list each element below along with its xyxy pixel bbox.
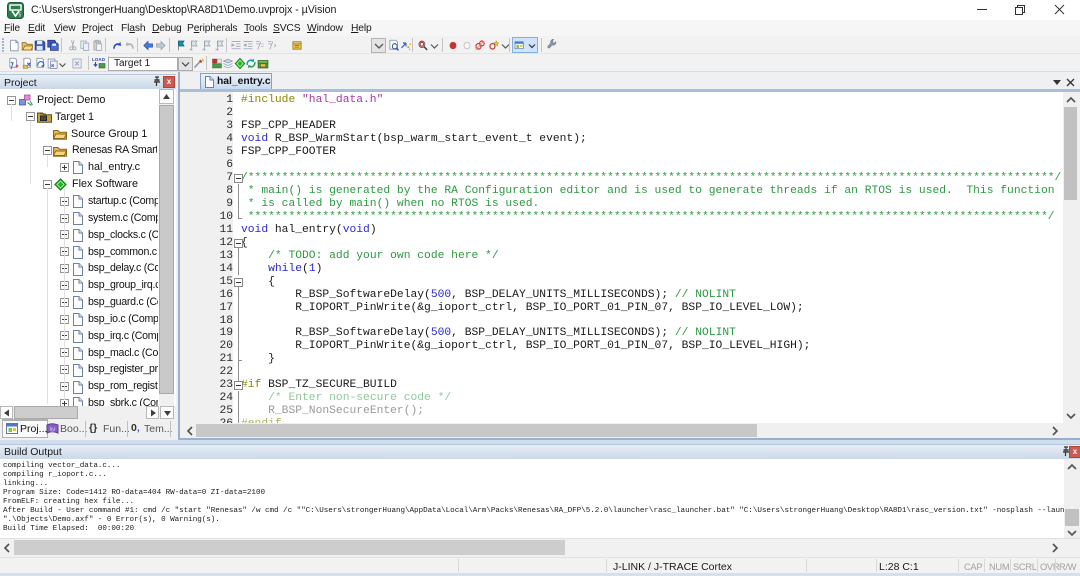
svg-text:LOAD: LOAD <box>92 57 106 62</box>
svg-text:5: 5 <box>19 13 22 19</box>
